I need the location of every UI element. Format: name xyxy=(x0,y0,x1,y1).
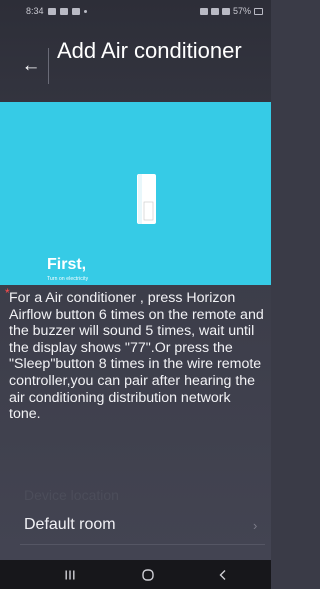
system-back-button[interactable] xyxy=(198,560,248,589)
page-title: Add Air conditioner xyxy=(57,38,242,63)
gallery-notification-icon xyxy=(47,7,56,15)
status-right: 57% xyxy=(199,6,263,16)
instruction-banner: First, Turn on electricity xyxy=(0,102,271,285)
wifi-icon xyxy=(210,7,219,15)
status-time: 8:34 xyxy=(26,6,44,16)
recents-icon xyxy=(65,570,75,579)
back-button[interactable]: ← xyxy=(20,54,42,76)
pairing-instructions: For a Air conditioner , press Horizon Ai… xyxy=(9,290,264,423)
device-location-label: Device location xyxy=(24,487,119,503)
arrow-left-icon: ← xyxy=(21,54,41,76)
device-location-value: Default room xyxy=(24,516,116,533)
signal-icon xyxy=(221,7,230,15)
screen: 8:34 57% ← Add Air conditioner First, Tu… xyxy=(0,0,271,589)
battery-icon xyxy=(254,7,263,15)
location-divider xyxy=(20,544,265,545)
header-divider xyxy=(48,48,49,84)
header: ← Add Air conditioner xyxy=(0,28,271,98)
device-location-row[interactable]: Default room › xyxy=(0,510,271,542)
home-icon xyxy=(142,568,154,581)
back-icon xyxy=(219,569,226,580)
more-notifications-icon xyxy=(83,9,87,13)
home-button[interactable] xyxy=(123,560,173,589)
recents-button[interactable] xyxy=(45,560,95,589)
battery-percentage: 57% xyxy=(232,6,251,16)
status-bar: 8:34 57% xyxy=(0,0,271,22)
message-notification-icon xyxy=(59,7,68,15)
air-conditioner-unit-icon xyxy=(137,174,156,224)
banner-subheading: Turn on electricity xyxy=(47,276,89,282)
mail-notification-icon xyxy=(71,7,80,15)
alarm-icon xyxy=(199,7,208,15)
system-nav-bar xyxy=(0,560,271,589)
status-left: 8:34 xyxy=(26,6,87,16)
banner-heading: First, xyxy=(47,256,87,273)
chevron-right-icon: › xyxy=(253,518,258,533)
